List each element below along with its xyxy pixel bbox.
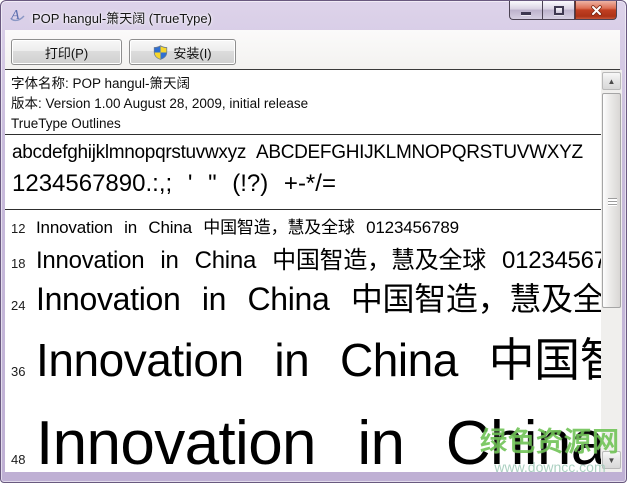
- preview-row-24: 24 Innovation in China 中国智造，慧及全球 01234567…: [5, 274, 601, 320]
- preview-row-48: 48 Innovation in China 中国智造，慧及全球 01234567…: [5, 392, 601, 472]
- fontview-app-icon: A: [9, 6, 26, 23]
- toolbar: 打印(P) 安装(I): [5, 30, 620, 70]
- vertical-scrollbar[interactable]: ▲ ▼: [601, 70, 622, 472]
- maximize-icon: [553, 5, 564, 15]
- preview-text: Innovation in China 中国智造，慧及全球 0123456789: [36, 281, 601, 317]
- install-button[interactable]: 安装(I): [129, 39, 236, 65]
- preview-row-36: 36 Innovation in China 中国智造，慧及全球 01234567…: [5, 324, 601, 390]
- close-icon: [590, 4, 602, 16]
- close-button[interactable]: [575, 1, 617, 20]
- window-controls: [509, 1, 617, 20]
- numbers-sample-line: 1234567890.:,; ' " (!?) +-*/=: [12, 170, 336, 197]
- font-version-line: 版本: Version 1.00 August 28, 2009, initia…: [11, 96, 309, 111]
- preview-text: Innovation in China 中国智造，慧及全球 0123456789: [36, 409, 601, 472]
- scroll-up-icon: ▲: [607, 76, 616, 86]
- size-label: 36: [11, 364, 26, 379]
- titlebar[interactable]: A POP hangul-箫天阔 (TrueType): [1, 1, 626, 30]
- minimize-button[interactable]: [509, 1, 542, 20]
- separator: [5, 134, 601, 135]
- font-outline-line: TrueType Outlines: [11, 116, 121, 131]
- print-button[interactable]: 打印(P): [11, 39, 122, 65]
- scroll-down-button[interactable]: ▼: [602, 451, 621, 469]
- preview-text: Innovation in China 中国智造，慧及全球 0123456789: [36, 247, 601, 274]
- preview-row-12: 12 Innovation in China 中国智造，慧及全球 01234567…: [5, 213, 601, 238]
- size-label: 48: [11, 452, 26, 467]
- install-button-label: 安装(I): [173, 45, 212, 61]
- separator: [5, 209, 601, 210]
- size-label: 24: [11, 298, 26, 313]
- print-button-label: 打印(P): [44, 45, 89, 61]
- font-name-line: 字体名称: POP hangul-箫天阔: [11, 76, 191, 91]
- preview-row-18: 18 Innovation in China 中国智造，慧及全球 01234567…: [5, 240, 601, 275]
- font-viewer-window: A POP hangul-箫天阔 (TrueType) 打印(P) 安装(I) …: [0, 0, 627, 483]
- uac-shield-icon: [154, 44, 168, 60]
- maximize-button[interactable]: [542, 1, 575, 20]
- preview-text: Innovation in China 中国智造，慧及全球 0123456789: [36, 334, 601, 386]
- size-label: 18: [11, 256, 26, 271]
- preview-text: Innovation in China 中国智造，慧及全球 0123456789: [36, 218, 459, 237]
- minimize-icon: [521, 12, 531, 15]
- scrollbar-thumb[interactable]: [602, 93, 621, 308]
- window-title: POP hangul-箫天阔 (TrueType): [32, 11, 212, 26]
- scrollbar-grip-icon: [608, 198, 617, 206]
- font-preview-pane: 字体名称: POP hangul-箫天阔 版本: Version 1.00 Au…: [5, 70, 601, 472]
- size-label: 12: [11, 221, 26, 236]
- scroll-down-icon: ▼: [607, 455, 616, 465]
- alphabet-sample-line: abcdefghijklmnopqrstuvwxyz ABCDEFGHIJKLM…: [12, 142, 583, 163]
- scroll-up-button[interactable]: ▲: [602, 72, 621, 90]
- font-info-block: 字体名称: POP hangul-箫天阔 版本: Version 1.00 Au…: [11, 74, 308, 134]
